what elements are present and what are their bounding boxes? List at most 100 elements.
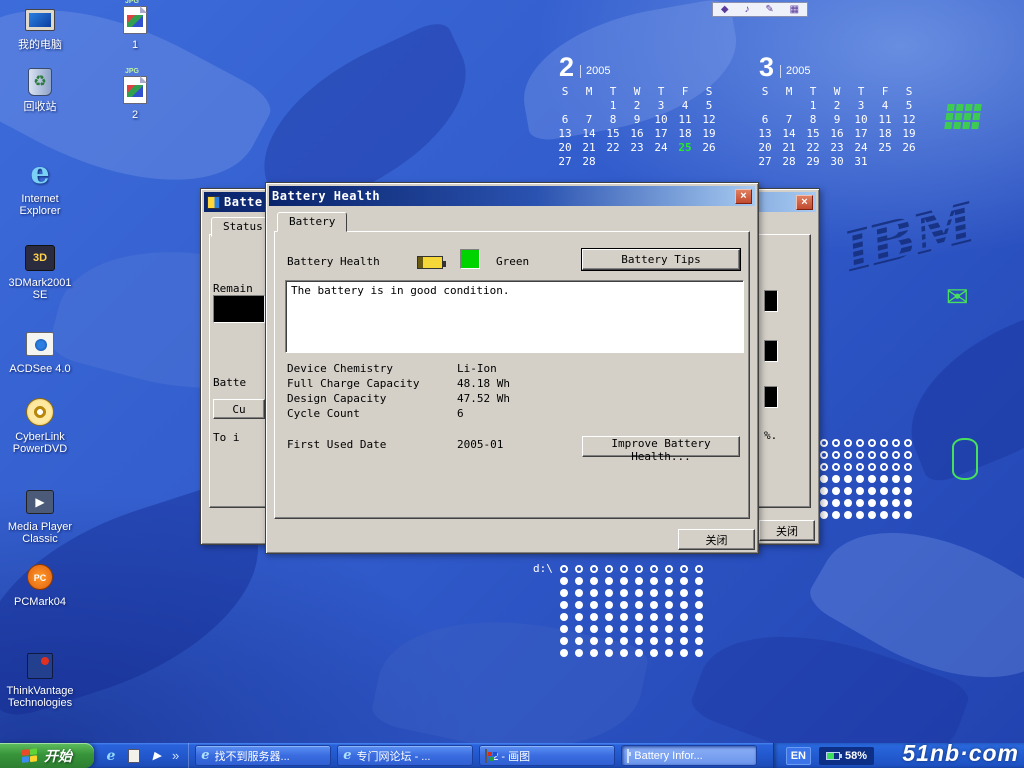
pen-icon[interactable]: ✎ [765,5,773,15]
field-row: Design Capacity47.52 Wh [287,392,607,407]
bg-window-close-button[interactable]: 关闭 [759,520,815,541]
calendar-day: 3 [649,99,673,112]
calendar-day: 25 [673,141,697,154]
calendar-day: 22 [801,141,825,154]
desktop-icon-thinkvantage[interactable]: ThinkVantage Technologies [2,650,78,709]
dot [650,565,658,573]
paint-task-icon [485,750,487,762]
volume-toolbar[interactable]: ◆ ♪ ✎ ▦ [712,2,808,17]
first-used-value: 2005-01 [457,438,503,453]
calendar-day: 28 [577,155,601,168]
document-quicklaunch-icon[interactable] [126,748,142,764]
media-player-quicklaunch-icon[interactable]: ▶ [149,748,165,764]
desktop-file-2[interactable]: JPG2 [97,74,173,121]
calendar-year: 2005 [780,65,810,78]
tab-battery[interactable]: Battery [277,212,347,232]
dot [560,589,568,597]
dot [605,625,613,633]
dot [892,439,900,447]
dot [560,613,568,621]
dot [904,475,912,483]
desktop-file-1[interactable]: JPG1 [97,4,173,51]
improve-battery-health-button[interactable]: Improve Battery Health... [582,436,740,457]
quick-launch-overflow-chevron[interactable]: » [172,748,179,763]
desktop-icon-internet-explorer[interactable]: eInternet Explorer [2,158,78,217]
calendar-day [777,99,801,112]
dot [575,649,583,657]
internet-explorer-quicklaunch-icon[interactable]: e [103,748,119,764]
file-label: 1 [97,39,173,51]
battery-tips-button[interactable]: Battery Tips [582,249,740,270]
taskbar-task-3[interactable]: 2 - 画图 [479,745,615,766]
dot [892,463,900,471]
dot [620,577,628,585]
desktop-icon-label: CyberLink PowerDVD [2,431,78,455]
desktop-icon-label: 我的电脑 [2,39,78,51]
dialog-close-button[interactable]: 关闭 [678,529,755,550]
dialog-close-icon[interactable]: × [735,189,752,204]
percent-fragment: %. [764,429,777,442]
calendar-day: 20 [753,141,777,154]
dot [560,565,568,573]
taskbar-task-1[interactable]: e找不到服务器... [195,745,331,766]
dot [820,451,828,459]
dot [904,511,912,519]
svg-text:IBM: IBM [836,189,982,284]
dot [844,499,852,507]
dot [904,451,912,459]
start-button[interactable]: 开始 [0,743,94,768]
envelope-icon: ✉ [946,284,969,311]
dot [635,637,643,645]
calendar-grid: SMTWTFS123456789101112131415161718192021… [753,85,929,168]
battery-fields: Device ChemistryLi-IonFull Charge Capaci… [287,362,607,422]
dot [904,487,912,495]
desktop-icon-pcmark04[interactable]: PCPCMark04 [2,561,78,608]
dot [620,625,628,633]
bg-window-close-icon[interactable]: × [796,195,813,210]
battery-icon [417,256,443,269]
file-type-tag: JPG [125,0,139,5]
calendar-day: 12 [697,113,721,126]
desktop-icon-acdsee[interactable]: ACDSee 4.0 [2,328,78,375]
taskbar-task-4[interactable]: Battery Infor... [621,745,757,766]
condition-textbox[interactable]: The battery is in good condition. [285,280,744,353]
dot [635,625,643,633]
desktop-icon-mpc[interactable]: ▶Media Player Classic [2,486,78,545]
diamond-icon[interactable]: ◆ [721,5,729,15]
status-text: Green [496,255,529,268]
desktop-icon-3dmark2001[interactable]: 3D3DMark2001 SE [2,242,78,301]
cu-button-fragment[interactable]: Cu [213,399,265,419]
battery-task-icon [627,750,629,762]
dot [560,577,568,585]
desktop-icon-recycle-bin[interactable]: ♻回收站 [2,66,78,113]
dot [820,499,828,507]
task-label: 找不到服务器... [215,748,290,764]
dot [856,475,864,483]
desktop-icon-my-computer[interactable]: 我的电脑 [2,4,78,51]
taskbar-task-2[interactable]: e专门网论坛 - ... [337,745,473,766]
dot [832,511,840,519]
calendar-march: 32005SMTWTFS1234567891011121314151617181… [753,55,929,168]
volume-icon[interactable]: ♪ [744,5,749,15]
dialog-titlebar[interactable]: Battery Health × [269,186,755,206]
dot [880,487,888,495]
desktop-icon-powerdvd[interactable]: CyberLink PowerDVD [2,396,78,455]
calendar-day: 21 [777,141,801,154]
windows-flag-icon [22,748,39,764]
dot [575,613,583,621]
dot [590,613,598,621]
battery-health-dialog[interactable]: Battery Health × Battery Battery Health … [265,182,759,554]
dot [665,613,673,621]
dot [892,499,900,507]
calendar-day-header: T [801,85,825,98]
tray-battery-indicator[interactable]: 58% [819,747,874,765]
calendar-day: 27 [753,155,777,168]
calendar-day: 17 [649,127,673,140]
dot [880,511,888,519]
dot [590,601,598,609]
desktop-icon-label: PCMark04 [2,596,78,608]
dot [605,577,613,585]
grid-icon[interactable]: ▦ [790,5,799,15]
calendar-day [601,155,625,168]
language-indicator[interactable]: EN [786,747,811,765]
